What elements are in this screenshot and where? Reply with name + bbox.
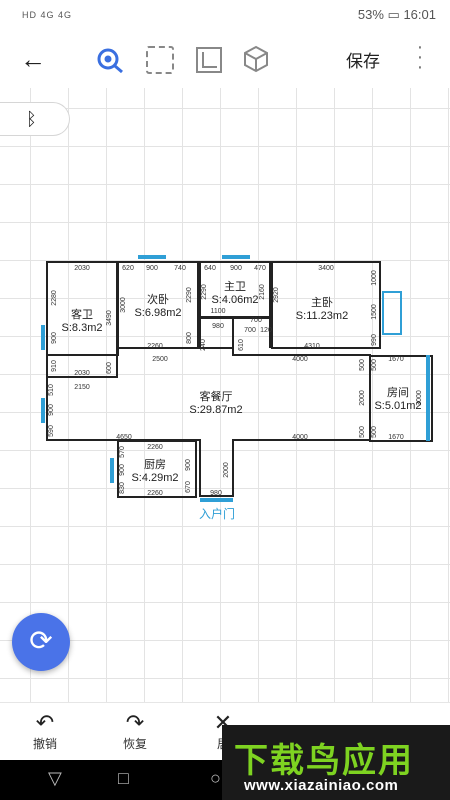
dim: 830	[119, 482, 126, 494]
dim: 2000	[359, 390, 366, 406]
watermark-title: 下载鸟应用	[234, 742, 414, 780]
undo-button[interactable]: ↶ 撤销	[20, 711, 70, 752]
dim: 2030	[74, 265, 90, 272]
dim: 2920	[273, 287, 280, 303]
room-area-kewei: S:8.3m2	[62, 322, 103, 334]
dim: 600	[106, 362, 113, 374]
bay-window-zhuwo	[382, 291, 402, 335]
dim: 2290	[201, 284, 208, 300]
dim: 3000	[120, 297, 127, 313]
dim: 1500	[371, 304, 378, 320]
dim: 900	[51, 332, 58, 344]
dim: 4000	[292, 356, 308, 363]
dim: 620	[122, 265, 134, 272]
dim: 900	[48, 404, 55, 416]
dim: 1100	[210, 308, 225, 315]
dim: 120	[260, 327, 272, 334]
nav-back-icon[interactable]: ▽	[48, 768, 62, 789]
room-name-kewei: 客卫	[71, 307, 93, 321]
dim: 980	[212, 323, 224, 330]
dim: 500	[359, 426, 366, 438]
dim: 4650	[116, 434, 132, 441]
dim: 1670	[388, 434, 404, 441]
dim: 570	[119, 446, 126, 458]
dim: 900	[146, 265, 158, 272]
undo-icon: ↶	[35, 710, 55, 735]
redo-label: 恢复	[122, 737, 147, 751]
room-name-zhuwo: 主卧	[311, 296, 333, 309]
app-screen: HD 4G 4G 53% ▭ 16:01 ← 保存 · · · ᛒ 2030 6…	[0, 0, 450, 800]
redo-button[interactable]: ↷ 恢复	[110, 711, 160, 752]
rotate-button[interactable]: ⟳	[12, 613, 70, 671]
nav-home-icon[interactable]: □	[118, 768, 129, 789]
dim: 2260	[147, 343, 163, 350]
dim: 2290	[186, 287, 193, 303]
dim: 700	[250, 317, 262, 324]
dim: 1000	[371, 270, 378, 286]
rotate-icon: ⟳	[29, 625, 53, 656]
room-area-zhuwo: S:11.23m2	[296, 310, 348, 322]
room-name-zhuwei: 主卫	[224, 280, 246, 293]
dim: 2150	[74, 384, 90, 391]
room-name-kecanting: 客餐厅	[200, 389, 233, 403]
dim: 900	[119, 464, 126, 476]
room-name-chufang: 厨房	[144, 458, 166, 471]
dim: 610	[238, 339, 245, 351]
dim: 2260	[147, 444, 163, 451]
dim: 640	[204, 265, 216, 272]
dim: 500	[359, 359, 366, 371]
nav-recent-icon[interactable]: ○	[210, 768, 221, 789]
dim: 240	[200, 339, 207, 351]
dim: 990	[371, 334, 378, 346]
dim: 510	[48, 384, 55, 396]
dim: 740	[174, 265, 186, 272]
dim: 2000	[223, 462, 230, 478]
dim: 500	[371, 426, 378, 438]
dim: 500	[371, 359, 378, 371]
dim: 2160	[259, 284, 266, 300]
dim: 2030	[74, 370, 90, 377]
dim: 3490	[106, 310, 113, 326]
dim: 3400	[318, 265, 334, 272]
room-name-ciwo: 次卧	[147, 292, 169, 306]
room-labels: 客卫 S:8.3m2 次卧 S:6.98m2 主卫 S:4.06m2 主卧 S:…	[62, 280, 422, 484]
room-area-zhuwei: S:4.06m2	[211, 294, 258, 306]
dim: 980	[210, 490, 222, 497]
room-name-fangjian: 房间	[387, 386, 409, 399]
dim: 4310	[304, 343, 320, 350]
dim: 800	[186, 332, 193, 344]
dim: 470	[254, 265, 266, 272]
room-area-chufang: S:4.29m2	[131, 472, 178, 484]
room-area-kecanting: S:29.87m2	[189, 404, 242, 416]
watermark: 下载鸟应用 www.xiazainiao.com	[222, 725, 450, 800]
dim: 900	[185, 459, 192, 471]
dim: 590	[48, 425, 55, 437]
dim: 910	[51, 360, 58, 372]
dim: 2500	[152, 356, 168, 363]
watermark-url: www.xiazainiao.com	[244, 777, 399, 794]
dim: 2280	[51, 290, 58, 306]
entrance-label: 入户门	[199, 506, 235, 521]
dim: 700	[244, 327, 256, 334]
room-area-ciwo: S:6.98m2	[134, 307, 181, 319]
room-area-fangjian: S:5.01m2	[374, 400, 421, 412]
floorplan: 2030 620 900 740 640 900 470 3400 2260 4…	[41, 255, 433, 521]
undo-label: 撤销	[32, 737, 57, 751]
redo-icon: ↷	[125, 710, 145, 735]
dim: 670	[185, 481, 192, 493]
dim: 4000	[292, 434, 308, 441]
dim: 900	[230, 265, 242, 272]
dim: 1670	[388, 356, 404, 363]
dim: 2260	[147, 490, 163, 497]
room-kecanting-outline	[46, 347, 371, 497]
